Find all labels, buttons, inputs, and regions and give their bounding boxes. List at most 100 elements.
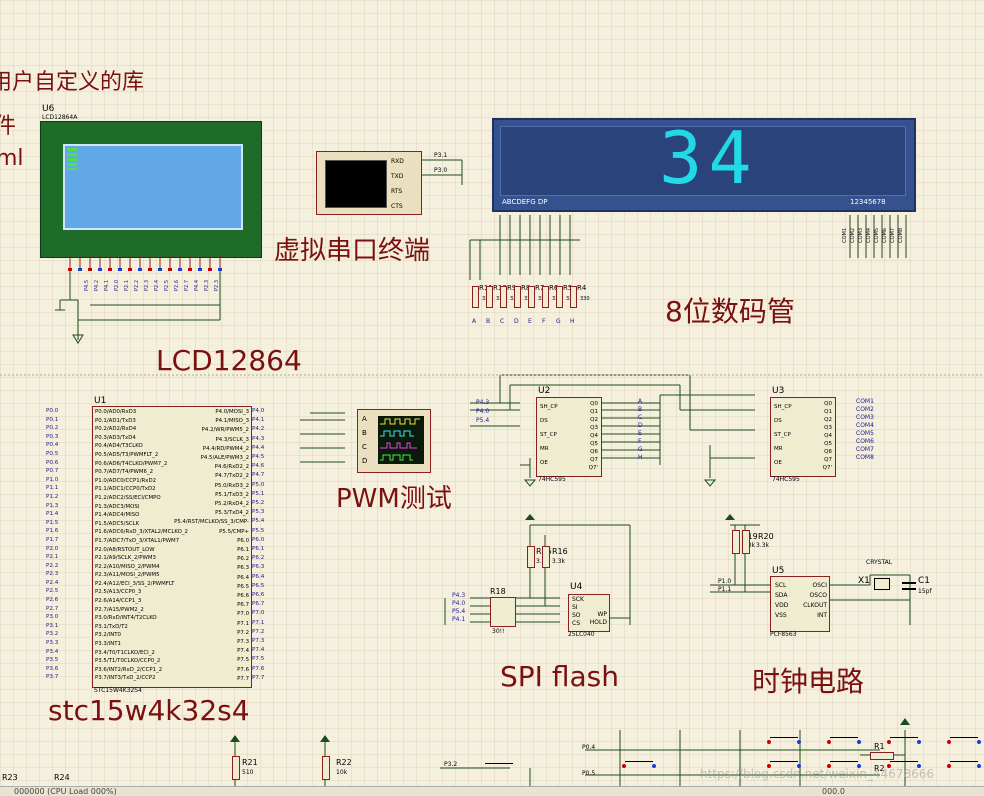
virtual-terminal[interactable]: RXD TXD RTS CTS [316,151,422,215]
u4-net-labels: P4.3 P4.0 P5.4 P4.1 [452,592,482,624]
u1-net-label: P2.7 [46,605,59,612]
lcd-net-label: P4.1 [104,280,110,291]
scope-screen [378,416,424,464]
key-contact-blue [917,740,921,744]
u2-pin-name: ST_CP [540,432,557,438]
u1-net-label: P6.0 [252,536,265,543]
oscilloscope[interactable]: ABCD [357,409,431,473]
u4-pin-name: HOLD [589,619,607,626]
u1-pin-name: P7.2 [237,629,249,636]
u3-pin-name: Q7' [822,465,832,471]
u2-pin-name: SH_CP [540,404,558,410]
r19-body [732,530,740,554]
u1-net-label: P5.4 [252,518,265,525]
u2-out-label: B [638,406,643,413]
u2-out-label: D [638,422,643,429]
crystal-x1[interactable] [874,578,890,590]
u2-out-label: G [638,446,643,453]
u1-net-label: P1.7 [46,536,59,543]
user-library-label: 用户自定义的库 [0,70,145,95]
key-switch[interactable] [827,737,861,744]
u1-net-label: P3.7 [46,674,59,681]
u4-net-label: P5.4 [452,608,466,615]
u3-pin-name: Q5 [824,441,832,447]
key-switch[interactable] [947,761,981,768]
u4-right-pins: WP HOLD [590,611,607,627]
key-switch[interactable] [485,763,513,770]
u3-out-label: COM8 [856,454,874,461]
u1-net-label: P1.4 [46,511,59,518]
u5-pin-name: CLKOUT [803,602,827,609]
u2-output-nets: ABCDEFGH [638,398,650,462]
u1-pin-name: P6.5 [237,583,249,590]
serial-net-txd: P3.0 [434,167,448,174]
u3-pin-name: Q6 [824,449,832,455]
key-contact-blue [857,740,861,744]
key-switch[interactable] [622,761,656,768]
u1-net-label: P0.5 [46,450,59,457]
u3-pin-name: Q1 [824,409,832,415]
lcd-screen [63,144,243,230]
u2-out-label: H [638,454,643,461]
u1-net-label: P5.0 [252,481,265,488]
u1-net-label: P3.1 [46,622,59,629]
seg-display-label: 8位数码管 [665,295,795,328]
lcd-net-label: P2.3 [204,280,210,291]
u2-left-pins: SH_CP DS ST_CP MR OE [540,400,558,470]
u1-net-label: P6.6 [252,592,265,599]
key-contact-blue [977,740,981,744]
r15-body [527,546,535,568]
terminal-pin-list: RXD TXD RTS CTS [391,154,421,214]
u1-net-label: P1.6 [46,528,59,535]
rtc-u5[interactable]: SCL SDA VDD VSS OSCI OSCO CLKOUT INT [770,576,830,632]
pwm-label: PWM测试 [336,484,452,514]
u4-pin-name: SCK [572,596,584,603]
u3-out-label: COM6 [856,438,874,445]
capacitor-c1[interactable] [902,582,916,590]
com-pin-label: COM5 [874,228,880,243]
u4-pin-name: WP [597,611,607,618]
u2-pin-name: Q4 [590,433,598,439]
shift-register-u3[interactable]: SH_CP DS ST_CP MR OE Q0 Q1 Q2 Q3 Q4 Q5 Q6 Q7 Q7' [770,397,836,477]
seven-seg-display[interactable]: 34 ABCDEFG DP 12345678 [492,116,916,212]
scope-channel: D [362,457,368,465]
u2-net-label: P4.3 [476,399,490,406]
u1-net-label: P5.3 [252,509,265,516]
u3-pin-name: DS [774,418,782,424]
u2-pin-name: Q1 [590,409,598,415]
lcd-module[interactable] [40,121,262,258]
u4-left-pins: SCK SI SO CS [572,596,584,628]
u4-pin-name: SO [572,612,581,619]
scope-channel: B [362,429,367,437]
lcd-net-label: P2.5 [164,280,170,291]
u5-pin-name: OSCO [809,592,827,599]
u3-pin-name: Q3 [824,425,832,431]
shift-register-u2[interactable]: SH_CP DS ST_CP MR OE Q0 Q1 Q2 Q3 Q4 Q5 Q6 Q7 Q7' [536,397,602,477]
mcu-u1[interactable]: P0.0/AD0/RxD3 P0.1/AD1/TxD3 P0.2/AD2/RxD4 P… [92,406,252,688]
shift-register-bus [470,374,755,478]
u1-net-label: P4.3 [252,435,265,442]
u1-net-label: P7.7 [252,674,265,681]
schematic-canvas[interactable]: 用户自定义的库 件 ml 虚拟串口终端 8位数码管 LCD12864 PWM测试… [0,0,984,796]
lcd-cursor-block [67,148,77,170]
spi-flash-u4[interactable]: SCK SI SO CS WP HOLD [568,594,610,632]
u1-net-label: P2.2 [46,562,59,569]
u1-right-net-labels: P4.0 P4.1 P4.2 P4.3 P4.4 P4.5 P4.6 P4.7 P5.0 P5.1… [252,407,302,683]
u4-part: 25LC040 [568,631,595,638]
u1-pin-name: P6.2 [237,556,249,563]
u1-net-label: P0.7 [46,468,59,475]
u1-net-label: P1.3 [46,502,59,509]
u1-net-label: P7.2 [252,628,265,635]
key-switch[interactable] [887,737,921,744]
u1-right-pins: P4.0/MOSI_3 P4.1/MISO_3 P4.2/WR/PWM5_2 P4.3… [129,408,249,684]
u1-net-label: P1.0 [46,476,59,483]
u1-net-label: P1.1 [46,485,59,492]
u6-part: LCD12864A [42,114,78,121]
u1-pin-name: P6.3 [237,565,249,572]
u3-pin-name: Q7 [824,457,832,463]
u1-net-label: P7.5 [252,656,265,663]
key-switch[interactable] [947,737,981,744]
key-switch[interactable] [767,737,801,744]
u1-net-label: P2.5 [46,588,59,595]
side-label-2: ml [0,146,24,171]
